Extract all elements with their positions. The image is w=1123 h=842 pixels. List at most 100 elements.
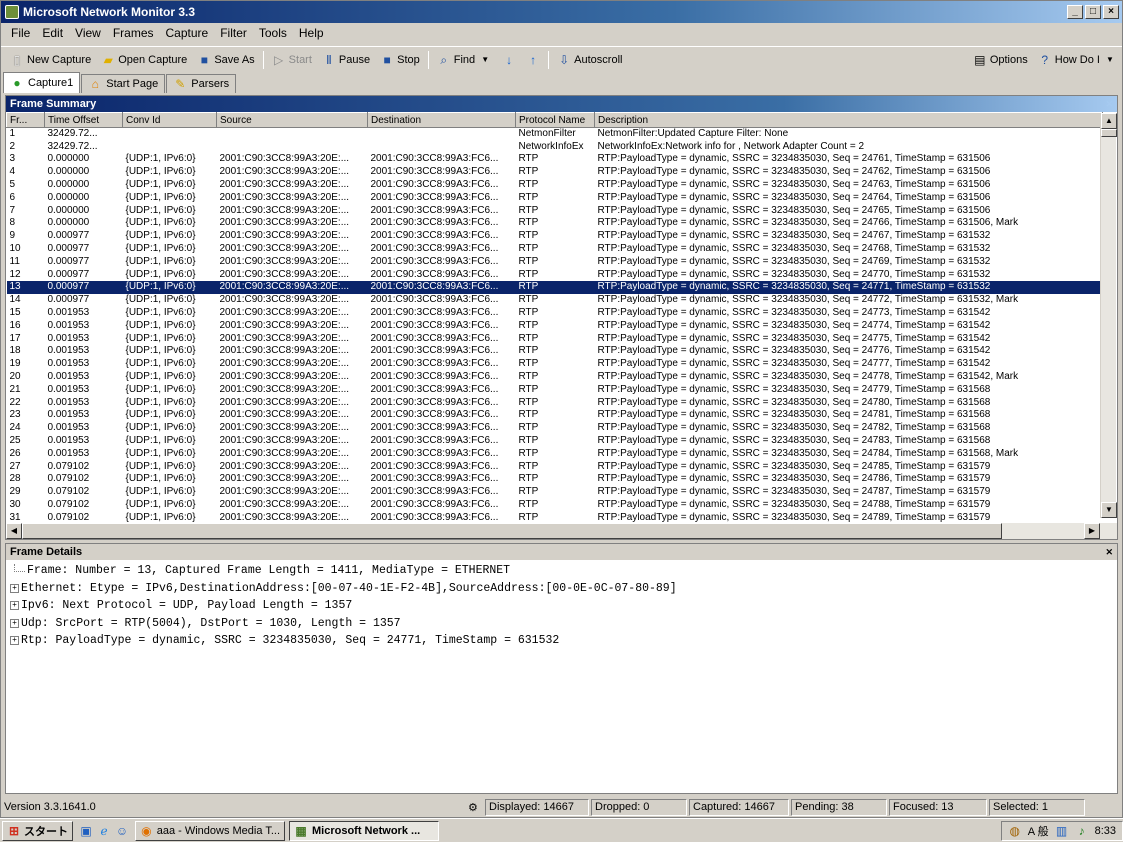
tree-node[interactable]: Frame: Number = 13, Captured Frame Lengt… [10,562,1117,580]
column-header[interactable]: Conv Id [122,112,217,128]
table-cell: {UDP:1, IPv6:0} [125,345,196,357]
tree-node[interactable]: + Ethernet: Etype = IPv6,DestinationAddre… [10,580,1117,598]
start-menu-button[interactable]: ⊞ スタート [2,820,73,841]
close-panel-icon[interactable]: ✕ [1105,547,1113,558]
table-row[interactable]: 9 0.000977 {UDP:1, IPv6:0} 2001:C90:3CC8:99… [7,230,1103,243]
table-row[interactable]: 10 0.000977 {UDP:1, IPv6:0} 2001:C90:3CC8:9… [7,243,1103,256]
stop-button[interactable]: ■ Stop [375,49,425,71]
tab-parsers[interactable]: ✎ Parsers [166,74,237,93]
scroll-right-icon[interactable]: ▶ [1084,523,1100,539]
how-do-i-button[interactable]: ? How Do I ▼ [1033,49,1122,71]
save-as-button[interactable]: ■ Save As [192,49,259,71]
table-cell: 2001:C90:3CC8:99A3:20E:... [219,332,350,344]
pause-button[interactable]: Ⅱ Pause [317,49,375,71]
table-row[interactable]: 8 0.000000 {UDP:1, IPv6:0} 2001:C90:3CC8:99… [7,217,1103,230]
table-row[interactable]: 15 0.001953 {UDP:1, IPv6:0} 2001:C90:3CC8:9… [7,307,1103,320]
tab-capture1[interactable]: ● Capture1 [3,72,81,93]
title-bar[interactable]: Microsoft Network Monitor 3.3 _ □ × [1,1,1122,23]
table-row[interactable]: 22 0.001953 {UDP:1, IPv6:0} 2001:C90:3CC8:9… [7,396,1103,409]
menu-frames[interactable]: Frames [107,26,160,40]
horizontal-scrollbar[interactable]: ◀ ▶ [6,523,1117,539]
options-button[interactable]: ▤ Options [968,49,1033,71]
column-header[interactable]: Fr... [6,112,45,128]
scroll-left-icon[interactable]: ◀ [6,523,22,539]
expand-icon[interactable]: + [10,618,19,628]
table-row[interactable]: 14 0.000977 {UDP:1, IPv6:0} 2001:C90:3CC8:9… [7,294,1103,307]
find-next-button[interactable]: ↓ [497,49,521,71]
table-row[interactable]: 11 0.000977 {UDP:1, IPv6:0} 2001:C90:3CC8:9… [7,255,1103,268]
column-header[interactable]: Time Offset [44,112,123,128]
scroll-thumb[interactable] [1101,129,1117,137]
column-header[interactable]: Source [216,112,368,128]
minimize-button[interactable]: _ [1067,5,1083,19]
ime-icon[interactable]: ◍ [1008,824,1022,838]
taskbar-item-media-player[interactable]: ◉ aaa - Windows Media T... [135,820,285,841]
expand-icon[interactable]: + [10,601,19,611]
table-row[interactable]: 26 0.001953 {UDP:1, IPv6:0} 2001:C90:3CC8:9… [7,447,1103,460]
start-button[interactable]: ▷ Start [267,49,317,71]
messenger-icon[interactable]: ☺ [115,824,129,838]
table-row[interactable]: 23 0.001953 {UDP:1, IPv6:0} 2001:C90:3CC8:9… [7,409,1103,422]
table-row[interactable]: 25 0.001953 {UDP:1, IPv6:0} 2001:C90:3CC8:9… [7,435,1103,448]
table-row[interactable]: 3 0.000000 {UDP:1, IPv6:0} 2001:C90:3CC8:99… [7,153,1103,166]
frame-details-panel: Frame Details ✕ Frame: Number = 13, Capt… [5,543,1118,794]
volume-icon[interactable]: ♪ [1075,824,1089,838]
close-button[interactable]: × [1103,5,1119,19]
menu-edit[interactable]: Edit [36,26,69,40]
table-row[interactable]: 28 0.079102 {UDP:1, IPv6:0} 2001:C90:3CC8:9… [7,473,1103,486]
table-row[interactable]: 16 0.001953 {UDP:1, IPv6:0} 2001:C90:3CC8:9… [7,319,1103,332]
taskbar-item-network-monitor[interactable]: ▦ Microsoft Network ... [289,820,439,841]
table-row[interactable]: 2 32429.72... NetworkInfoEx NetworkInfoEx:N… [7,140,1103,153]
scroll-up-icon[interactable]: ▲ [1101,113,1117,129]
table-cell: 2001:C90:3CC8:99A3:20E:... [219,371,350,383]
maximize-button[interactable]: □ [1085,5,1101,19]
table-row[interactable]: 21 0.001953 {UDP:1, IPv6:0} 2001:C90:3CC8:9… [7,383,1103,396]
tree-node[interactable]: + Udp: SrcPort = RTP(5004), DstPort = 103… [10,615,1117,633]
tree-node[interactable]: + Rtp: PayloadType = dynamic, SSRC = 3234… [10,632,1117,650]
autoscroll-button[interactable]: ⇩ Autoscroll [552,49,627,71]
tab-start-page[interactable]: ⌂ Start Page [81,74,166,93]
network-icon[interactable]: ▥ [1055,824,1069,838]
menu-help[interactable]: Help [293,26,330,40]
table-row[interactable]: 27 0.079102 {UDP:1, IPv6:0} 2001:C90:3CC8:9… [7,460,1103,473]
table-row[interactable]: 30 0.079102 {UDP:1, IPv6:0} 2001:C90:3CC8:9… [7,499,1103,512]
vertical-scrollbar[interactable]: ▲ ▼ [1100,113,1117,518]
table-row[interactable]: 7 0.000000 {UDP:1, IPv6:0} 2001:C90:3CC8:99… [7,204,1103,217]
close-panel-icon[interactable]: ✕ [1105,99,1113,110]
new-capture-button[interactable]: ▯ New Capture [5,49,96,71]
column-header[interactable]: Destination [367,112,516,128]
ie-icon[interactable]: ℯ [97,824,111,838]
table-row[interactable]: 1 32429.72... NetmonFilter NetmonFilter:Upd… [7,128,1103,141]
column-header[interactable]: Protocol Name [515,112,595,128]
table-cell: {UDP:1, IPv6:0} [125,371,196,383]
table-row[interactable]: 20 0.001953 {UDP:1, IPv6:0} 2001:C90:3CC8:9… [7,371,1103,384]
table-row[interactable]: 18 0.001953 {UDP:1, IPv6:0} 2001:C90:3CC8:9… [7,345,1103,358]
find-previous-button[interactable]: ↑ [521,49,545,71]
menu-file[interactable]: File [5,26,36,40]
tree-node[interactable]: + Ipv6: Next Protocol = UDP, Payload Leng… [10,597,1117,615]
scroll-thumb[interactable] [22,523,1002,539]
menu-tools[interactable]: Tools [253,26,293,40]
expand-icon[interactable]: + [10,636,19,646]
scroll-down-icon[interactable]: ▼ [1101,502,1117,518]
menu-view[interactable]: View [69,26,107,40]
table-row[interactable]: 12 0.000977 {UDP:1, IPv6:0} 2001:C90:3CC8:9… [7,268,1103,281]
table-row[interactable]: 5 0.000000 {UDP:1, IPv6:0} 2001:C90:3CC8:99… [7,179,1103,192]
menu-capture[interactable]: Capture [160,26,215,40]
open-capture-button[interactable]: ▰ Open Capture [96,49,192,71]
table-row[interactable]: 13 0.000977 {UDP:1, IPv6:0} 2001:C90:3CC8:9… [6,281,1103,294]
table-cell: NetworkInfoEx:Network info for , Network… [597,140,865,152]
find-button[interactable]: ⌕ Find ▼ [432,49,497,71]
table-row[interactable]: 4 0.000000 {UDP:1, IPv6:0} 2001:C90:3CC8:99… [7,166,1103,179]
menu-filter[interactable]: Filter [214,26,253,40]
table-row[interactable]: 17 0.001953 {UDP:1, IPv6:0} 2001:C90:3CC8:9… [7,332,1103,345]
column-header[interactable]: Description [594,112,1103,128]
ime-mode-text[interactable]: A 般 [1028,823,1049,839]
frame-summary-panel: Frame Summary ✕ Fr... Time Offset Conv Id S… [5,95,1118,540]
table-row[interactable]: 24 0.001953 {UDP:1, IPv6:0} 2001:C90:3CC8:9… [7,422,1103,435]
table-row[interactable]: 29 0.079102 {UDP:1, IPv6:0} 2001:C90:3CC8:9… [7,486,1103,499]
desktop-icon[interactable]: ▣ [79,824,93,838]
expand-icon[interactable]: + [10,583,19,593]
table-row[interactable]: 6 0.000000 {UDP:1, IPv6:0} 2001:C90:3CC8:99… [7,191,1103,204]
table-row[interactable]: 19 0.001953 {UDP:1, IPv6:0} 2001:C90:3CC8:9… [7,358,1103,371]
